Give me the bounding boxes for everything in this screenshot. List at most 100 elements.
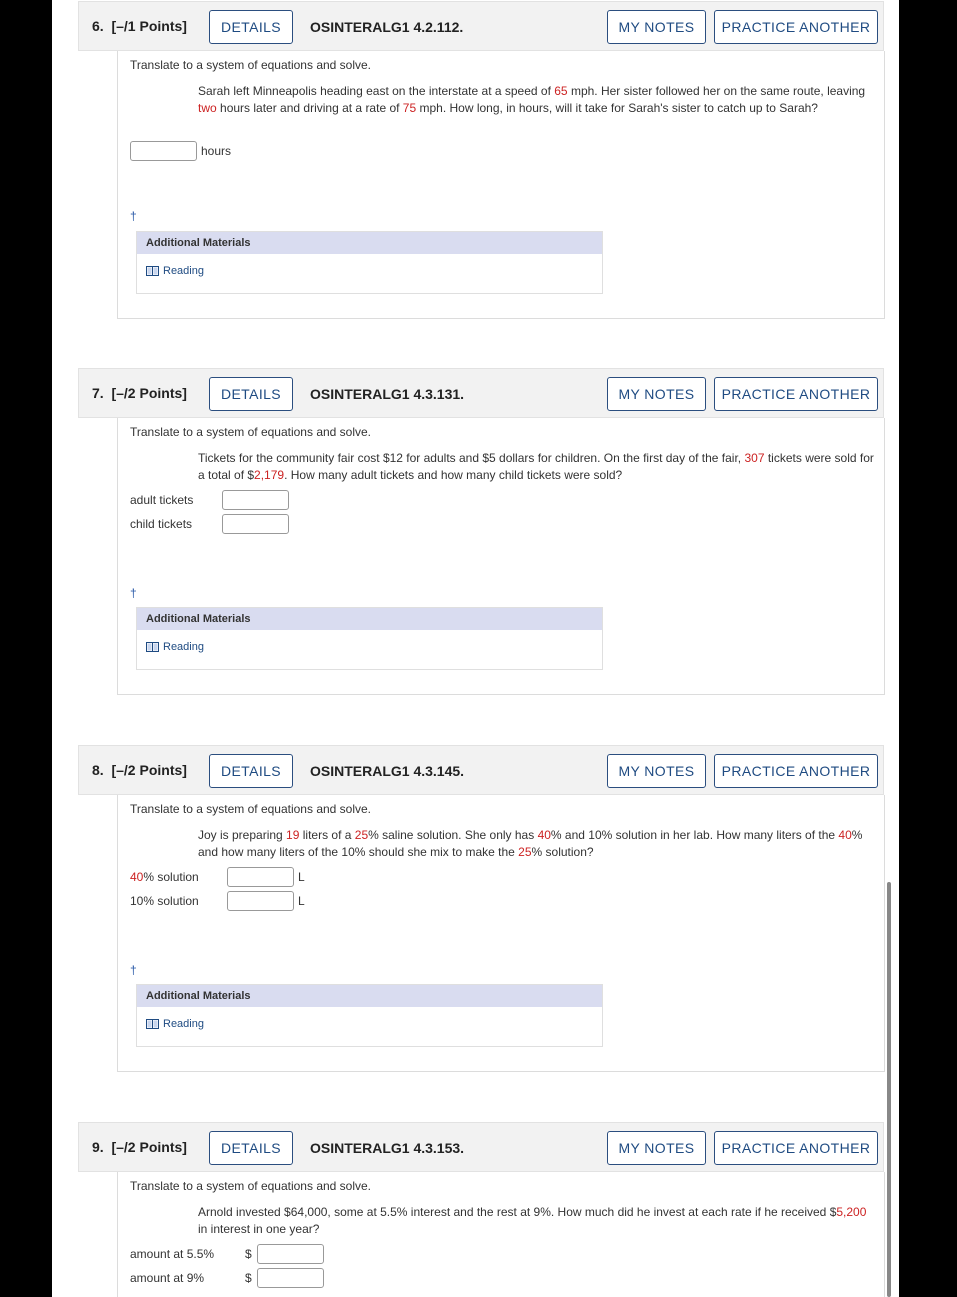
reading-label: Reading [163, 1018, 204, 1030]
problem-segment: Tickets for the community fair cost $12 … [198, 451, 745, 465]
problem-text: Joy is preparing 19 liters of a 25% sali… [198, 827, 874, 862]
question-number-text: 6. [92, 18, 104, 34]
amount-55-label: amount at 5.5% [130, 1247, 215, 1261]
book-icon [146, 266, 159, 276]
question-header: 7. [–/2 Points] DETAILS OSINTERALG1 4.3.… [78, 368, 884, 418]
book-icon [146, 1019, 159, 1029]
scrollbar-thumb[interactable] [887, 882, 891, 1297]
question-id: OSINTERALG1 4.3.153. [310, 1140, 465, 1156]
highlighted-value: 25 [354, 828, 369, 842]
hours-answer-input[interactable] [130, 141, 197, 161]
additional-materials: Additional Materials Reading [136, 231, 603, 294]
problem-segment: % saline solution. She only has [368, 828, 538, 842]
liters-unit-label: L [298, 894, 305, 908]
details-button[interactable]: DETAILS [209, 377, 293, 411]
dollar-sign: $ [245, 1271, 252, 1285]
forty-rest: % solution [143, 870, 199, 884]
problem-text: Arnold invested $64,000, some at 5.5% in… [198, 1204, 874, 1239]
my-notes-button[interactable]: MY NOTES [607, 10, 706, 44]
my-notes-button[interactable]: MY NOTES [607, 377, 706, 411]
my-notes-button[interactable]: MY NOTES [607, 754, 706, 788]
problem-segment: in interest in one year? [198, 1222, 320, 1237]
problem-segment: % solution? [531, 845, 594, 860]
highlighted-value: 40 [838, 828, 852, 842]
forty-number: 40 [130, 870, 144, 884]
highlighted-value: 5,200 [836, 1205, 867, 1219]
reading-label: Reading [163, 641, 204, 653]
question-body: Translate to a system of equations and s… [117, 51, 885, 319]
highlighted-value: 25 [518, 845, 532, 860]
practice-another-button[interactable]: PRACTICE ANOTHER [714, 754, 878, 788]
instruction-text: Translate to a system of equations and s… [130, 802, 372, 816]
problem-segment: mph. Her sister followed her on the same… [567, 84, 866, 98]
dagger-icon: † [130, 209, 137, 223]
question-id: OSINTERALG1 4.3.131. [310, 386, 465, 402]
book-icon [146, 642, 159, 652]
highlighted-value: 307 [744, 451, 765, 465]
child-tickets-label: child tickets [130, 517, 193, 531]
assignment-page: 6. [–/1 Points] DETAILS OSINTERALG1 4.2.… [52, 0, 899, 1297]
reading-link[interactable]: Reading [146, 641, 204, 653]
practice-another-button[interactable]: PRACTICE ANOTHER [714, 10, 878, 44]
question-points: [–/1 Points] [111, 18, 187, 34]
question-body: Translate to a system of equations and s… [117, 418, 885, 695]
question-number-text: 9. [92, 1139, 104, 1155]
practice-another-button[interactable]: PRACTICE ANOTHER [714, 1131, 878, 1165]
additional-materials-header: Additional Materials [137, 608, 602, 630]
question-number-text: 8. [92, 762, 104, 778]
question-body: Translate to a system of equations and s… [117, 795, 885, 1072]
ten-percent-input[interactable] [227, 891, 294, 911]
hours-unit-label: hours [201, 144, 232, 158]
adult-tickets-label: adult tickets [130, 493, 194, 507]
details-button[interactable]: DETAILS [209, 1131, 293, 1165]
reading-label: Reading [163, 265, 204, 277]
my-notes-button[interactable]: MY NOTES [607, 1131, 706, 1165]
additional-materials-header: Additional Materials [137, 232, 602, 254]
instruction-text: Translate to a system of equations and s… [130, 58, 372, 72]
question-points: [–/2 Points] [111, 762, 187, 778]
problem-segment: Joy is preparing [198, 828, 287, 842]
practice-another-button[interactable]: PRACTICE ANOTHER [714, 377, 878, 411]
forty-percent-input[interactable] [227, 867, 294, 887]
dagger-icon: † [130, 963, 137, 977]
question-points: [–/2 Points] [111, 1139, 187, 1155]
question-number: 8. [–/2 Points] [92, 762, 187, 778]
highlighted-value: 75 [402, 101, 417, 116]
amount-9-input[interactable] [257, 1268, 324, 1288]
highlighted-value: 19 [286, 828, 300, 842]
reading-link[interactable]: Reading [146, 265, 204, 277]
amount-55-input[interactable] [257, 1244, 324, 1264]
question-number-text: 7. [92, 385, 104, 401]
additional-materials-header: Additional Materials [137, 985, 602, 1007]
child-tickets-input[interactable] [222, 514, 289, 534]
question-header: 9. [–/2 Points] DETAILS OSINTERALG1 4.3.… [78, 1122, 884, 1172]
details-button[interactable]: DETAILS [209, 754, 293, 788]
question-id: OSINTERALG1 4.2.112. [310, 19, 464, 35]
problem-segment: hours later and driving at a rate of [216, 101, 403, 116]
problem-text: Sarah left Minneapolis heading east on t… [198, 83, 874, 118]
dagger-icon: † [130, 586, 137, 600]
highlighted-value: 2,179 [254, 468, 285, 483]
forty-percent-label: 40% solution [130, 870, 199, 884]
problem-segment: mph. How long, in hours, will it take fo… [416, 101, 818, 116]
problem-segment: Arnold invested $64,000, some at 5.5% in… [198, 1205, 837, 1219]
problem-segment: Sarah left Minneapolis heading east on t… [198, 84, 555, 98]
ten-percent-label: 10% solution [130, 894, 199, 908]
question-id: OSINTERALG1 4.3.145. [310, 763, 465, 779]
problem-segment: % and 10% solution in her lab. How many … [550, 828, 839, 842]
adult-tickets-input[interactable] [222, 490, 289, 510]
problem-segment: liters of a [299, 828, 355, 842]
problem-text: Tickets for the community fair cost $12 … [198, 450, 874, 485]
highlighted-value: two [198, 101, 217, 116]
question-points: [–/2 Points] [111, 385, 187, 401]
additional-materials: Additional Materials Reading [136, 984, 603, 1047]
details-button[interactable]: DETAILS [209, 10, 293, 44]
question-number: 6. [–/1 Points] [92, 18, 187, 34]
liters-unit-label: L [298, 870, 305, 884]
highlighted-value: 40 [537, 828, 551, 842]
question-header: 6. [–/1 Points] DETAILS OSINTERALG1 4.2.… [78, 1, 884, 51]
reading-link[interactable]: Reading [146, 1018, 204, 1030]
question-number: 9. [–/2 Points] [92, 1139, 187, 1155]
problem-segment: . How many adult tickets and how many ch… [284, 468, 623, 483]
dollar-sign: $ [245, 1247, 252, 1261]
